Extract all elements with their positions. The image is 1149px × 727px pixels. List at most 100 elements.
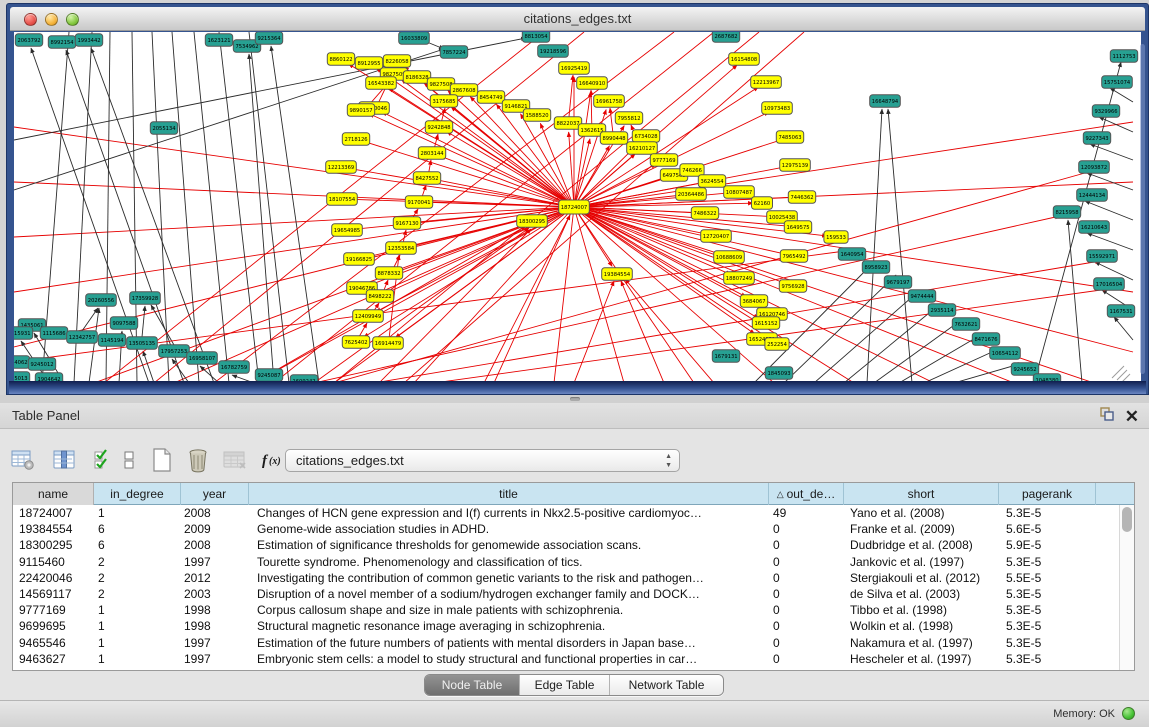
network-node[interactable]: 8990448	[600, 132, 627, 145]
table-cell[interactable]: 2	[94, 554, 181, 570]
network-node[interactable]: 16210643	[1079, 221, 1110, 234]
network-node[interactable]: 2718126	[342, 133, 369, 146]
network-node[interactable]: 12444134	[1077, 189, 1108, 202]
table-cell[interactable]: Nakamura et al. (1997)	[844, 635, 999, 651]
table-cell[interactable]: 9463627	[13, 651, 94, 667]
table-cell[interactable]: Estimation of significance thresholds fo…	[249, 537, 769, 553]
table-cell[interactable]: Franke et al. (2009)	[844, 521, 999, 537]
column-header-pagerank[interactable]: pagerank	[999, 483, 1096, 505]
column-header-name[interactable]: name	[13, 483, 94, 505]
column-header-year[interactable]: year	[181, 483, 249, 505]
table-cell[interactable]: 5.3E-5	[999, 505, 1096, 521]
network-node[interactable]: 159533	[824, 231, 848, 244]
table-cell[interactable]: 1997	[181, 651, 249, 667]
network-node[interactable]: 18107554	[327, 193, 358, 206]
table-cell[interactable]: 18724007	[13, 505, 94, 521]
network-node[interactable]: 3915931	[14, 327, 33, 340]
network-node[interactable]: 1649575	[784, 221, 811, 234]
window-titlebar[interactable]: citations_edges.txt	[10, 7, 1145, 31]
network-node[interactable]: 9329966	[1092, 105, 1119, 118]
table-cell[interactable]: 9115460	[13, 554, 94, 570]
network-node-hub[interactable]: 18724007	[559, 200, 590, 214]
table-row[interactable]: 946362711997Embryonic stem cells: a mode…	[13, 651, 1119, 667]
network-canvas[interactable]: 8860122891295582260589827509165433828186…	[14, 32, 1141, 383]
network-node[interactable]: 8471676	[972, 333, 999, 346]
table-cell[interactable]: 0	[769, 602, 844, 618]
divider-handle[interactable]	[570, 397, 580, 401]
table-cell[interactable]: Genome-wide association studies in ADHD.	[249, 521, 769, 537]
table-cell[interactable]: 2008	[181, 537, 249, 553]
network-node[interactable]: 8226058	[383, 55, 410, 68]
table-cell[interactable]: 0	[769, 570, 844, 586]
table-cell[interactable]: de Silva et al. (2003)	[844, 586, 999, 602]
network-node[interactable]: 2063792	[15, 34, 42, 47]
table-cell[interactable]: 1997	[181, 554, 249, 570]
table-cell[interactable]: 49	[769, 505, 844, 521]
table-cell[interactable]: 0	[769, 554, 844, 570]
table-row[interactable]: 969969511998Structural magnetic resonanc…	[13, 618, 1119, 634]
canvas-resize-grip[interactable]	[1112, 366, 1124, 378]
network-node[interactable]: 8813054	[522, 32, 549, 42]
network-node[interactable]: 2687682	[712, 32, 739, 42]
tab-network-table[interactable]: Network Table	[610, 675, 723, 695]
network-node[interactable]: 8912955	[355, 57, 382, 70]
network-node[interactable]: 19218596	[538, 45, 569, 58]
table-cell[interactable]: Tibbo et al. (1998)	[844, 602, 999, 618]
table-row[interactable]: 1938455462009Genome-wide association stu…	[13, 521, 1119, 537]
table-row[interactable]: 1456911722003Disruption of a novel membe…	[13, 586, 1119, 602]
table-cell[interactable]: 1	[94, 602, 181, 618]
table-cell[interactable]: Tourette syndrome. Phenomenology and cla…	[249, 554, 769, 570]
table-row[interactable]: 911546021997Tourette syndrome. Phenomeno…	[13, 554, 1119, 570]
table-cell[interactable]: Estimation of the future numbers of pati…	[249, 635, 769, 651]
network-node[interactable]: 9097588	[110, 317, 137, 330]
tab-node-table[interactable]: Node Table	[425, 675, 520, 695]
network-node[interactable]: 16154808	[729, 53, 760, 66]
network-node[interactable]: 10973483	[762, 102, 793, 115]
network-node[interactable]: 7965492	[780, 250, 807, 263]
table-cell[interactable]: 9465546	[13, 635, 94, 651]
column-header-short[interactable]: short	[844, 483, 999, 505]
network-node[interactable]: 2935114	[928, 304, 955, 317]
table-cell[interactable]: 5.3E-5	[999, 602, 1096, 618]
table-select-dropdown[interactable]: citations_edges.txt ▲▼	[285, 449, 680, 472]
close-panel-icon[interactable]: ✕	[1125, 408, 1139, 426]
network-node[interactable]: 16958107	[187, 352, 218, 365]
table-cell[interactable]: Stergiakouli et al. (2012)	[844, 570, 999, 586]
table-cell[interactable]: 1998	[181, 602, 249, 618]
network-node[interactable]: 3624554	[698, 175, 725, 188]
table-row[interactable]: 946554611997Estimation of the future num…	[13, 635, 1119, 651]
table-cell[interactable]: 2008	[181, 505, 249, 521]
table-cell[interactable]: 1	[94, 635, 181, 651]
network-node[interactable]: 9245087	[255, 369, 282, 382]
table-cell[interactable]: 1997	[181, 635, 249, 651]
network-node[interactable]: 6734028	[632, 130, 659, 143]
network-node[interactable]: 12342757	[67, 331, 98, 344]
network-node[interactable]: 10654112	[990, 347, 1021, 360]
network-node[interactable]: 7625402	[342, 336, 369, 349]
table-cell[interactable]: 0	[769, 521, 844, 537]
network-node[interactable]: 252254	[765, 338, 789, 351]
table-cell[interactable]: 0	[769, 651, 844, 667]
network-node[interactable]: 13505135	[127, 337, 158, 350]
table-cell[interactable]: 2003	[181, 586, 249, 602]
network-node[interactable]: 9679197	[884, 276, 911, 289]
table-cell[interactable]: 0	[769, 635, 844, 651]
network-node[interactable]: 9227343	[1083, 132, 1110, 145]
table-cell[interactable]: 2009	[181, 521, 249, 537]
network-node[interactable]: 7446362	[788, 191, 815, 204]
network-node[interactable]: 1615152	[752, 317, 779, 330]
table-row[interactable]: 2242004622012Investigating the contribut…	[13, 570, 1119, 586]
table-cell[interactable]: Hescheler et al. (1997)	[844, 651, 999, 667]
network-node[interactable]: 7486322	[691, 207, 718, 220]
table-cell[interactable]: Jankovic et al. (1997)	[844, 554, 999, 570]
network-node[interactable]: 19166825	[344, 253, 375, 266]
network-node[interactable]: 15751074	[1102, 76, 1133, 89]
network-node[interactable]: 17016504	[1094, 278, 1125, 291]
table-cell[interactable]: 5.5E-5	[999, 570, 1096, 586]
network-node[interactable]: 16033809	[399, 32, 430, 44]
network-node[interactable]: 1623121	[205, 34, 232, 47]
network-node[interactable]: 18807249	[724, 272, 755, 285]
network-node[interactable]: 8822037	[554, 117, 581, 130]
select-columns-icon[interactable]	[92, 445, 114, 475]
network-node[interactable]: 18300295	[517, 215, 548, 228]
